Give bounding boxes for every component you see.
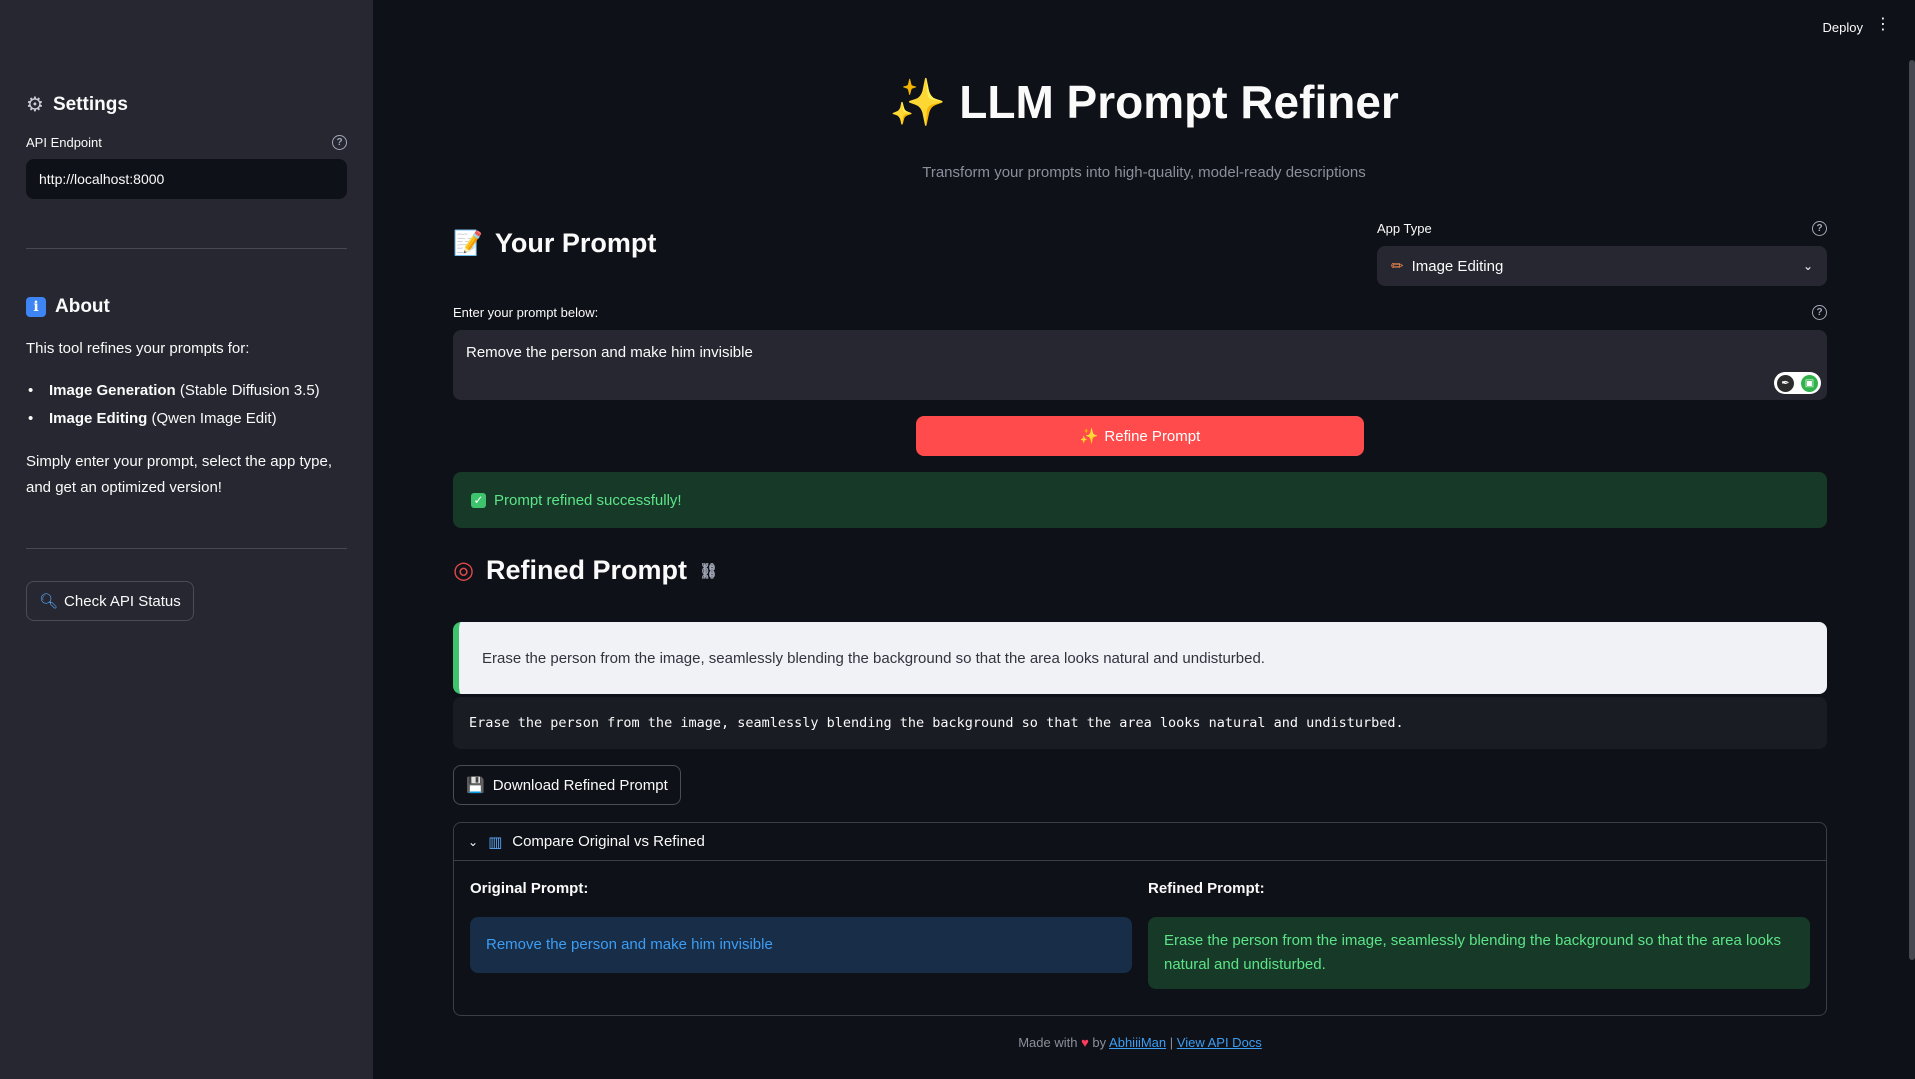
prompt-label: Enter your prompt below: [453,305,599,320]
scrollbar[interactable] [1909,60,1915,960]
app-type-select[interactable]: ✏ Image Editing ⌄ [1377,246,1827,286]
refined-prompt-code[interactable]: Erase the person from the image, seamles… [453,697,1827,749]
info-icon: i [26,297,46,317]
check-api-status-button[interactable]: 🔍︎ Check API Status [26,581,194,621]
bar-chart-icon: ▥ [488,833,503,851]
page-subtitle: Transform your prompts into high-quality… [922,164,1366,181]
success-alert: ✓ Prompt refined successfully! [453,472,1827,528]
api-docs-link[interactable]: View API Docs [1177,1035,1262,1050]
refined-prompt-heading: ◎ Refined Prompt ⛓ [453,555,719,585]
sidebar-divider [26,248,347,249]
chevron-down-icon: ⌄ [468,834,479,849]
compare-expander-header[interactable]: ⌄ ▥ Compare Original vs Refined [454,823,1826,861]
refined-prompt-compare-box: Erase the person from the image, seamles… [1148,917,1810,989]
help-icon[interactable]: ? [1812,221,1827,236]
chevron-down-icon: ⌄ [1802,259,1813,273]
compare-expander: ⌄ ▥ Compare Original vs Refined Original… [453,822,1827,1016]
app-type-label: App Type [1377,221,1432,236]
deploy-button[interactable]: Deploy [1823,20,1863,35]
pencil-icon: ✏ [1391,258,1404,275]
download-refined-prompt-button[interactable]: 💾 Download Refined Prompt [453,765,681,805]
check-icon: ✓ [471,492,486,508]
help-icon[interactable]: ? [1812,305,1827,320]
refined-prompt-box: Erase the person from the image, seamles… [453,622,1827,694]
refine-prompt-button[interactable]: ✨ Refine Prompt [916,416,1364,456]
list-item: Image Generation (Stable Diffusion 3.5) [26,377,347,405]
list-item: Image Editing (Qwen Image Edit) [26,405,347,433]
about-heading: i About [26,296,347,318]
original-prompt-box: Remove the person and make him invisible [470,917,1132,973]
link-icon[interactable]: ⛓ [699,562,718,580]
prompt-textarea[interactable]: Remove the person and make him invisible… [453,330,1827,400]
footer: Made with ♥ by AbhiiiMan | View API Docs [1018,1035,1262,1050]
target-icon: ◎ [453,557,474,584]
about-list: Image Generation (Stable Diffusion 3.5) … [26,377,347,433]
floppy-disk-icon: 💾 [466,777,485,794]
sparkles-icon: ✨ [889,76,947,128]
gear-icon: ⚙ [26,94,44,116]
about-intro: This tool refines your prompts for: [26,340,250,357]
sparkles-icon: ✨ [1079,428,1099,445]
page-title: ✨ LLM Prompt Refiner [889,76,1399,128]
about-outro: Simply enter your prompt, select the app… [26,453,332,496]
robot-icon: ▣ [1801,374,1818,392]
sidebar: ⚙ Settings API Endpoint ? http://localho… [0,0,373,1079]
author-link[interactable]: AbhiiiMan [1109,1035,1166,1050]
app-type-label-row: App Type ? [1377,221,1827,236]
original-prompt-label: Original Prompt: [470,880,589,897]
settings-heading: ⚙ Settings [26,93,128,117]
help-icon[interactable]: ? [332,135,347,150]
memo-icon: 📝 [453,230,483,257]
api-endpoint-label: API Endpoint [26,135,102,150]
sidebar-divider [26,548,347,549]
heart-icon: ♥ [1081,1035,1089,1050]
magnifier-icon: 🔍︎ [39,593,59,610]
more-menu-icon[interactable]: ⋮ [1875,17,1891,33]
refined-prompt-label: Refined Prompt: [1148,880,1265,897]
extension-badge[interactable]: ✒ ▣ [1774,372,1821,394]
feather-icon: ✒ [1777,374,1794,392]
api-endpoint-input[interactable]: http://localhost:8000 [26,159,347,199]
api-endpoint-label-row: API Endpoint ? [26,135,347,150]
prompt-label-row: Enter your prompt below: ? [453,305,1827,320]
